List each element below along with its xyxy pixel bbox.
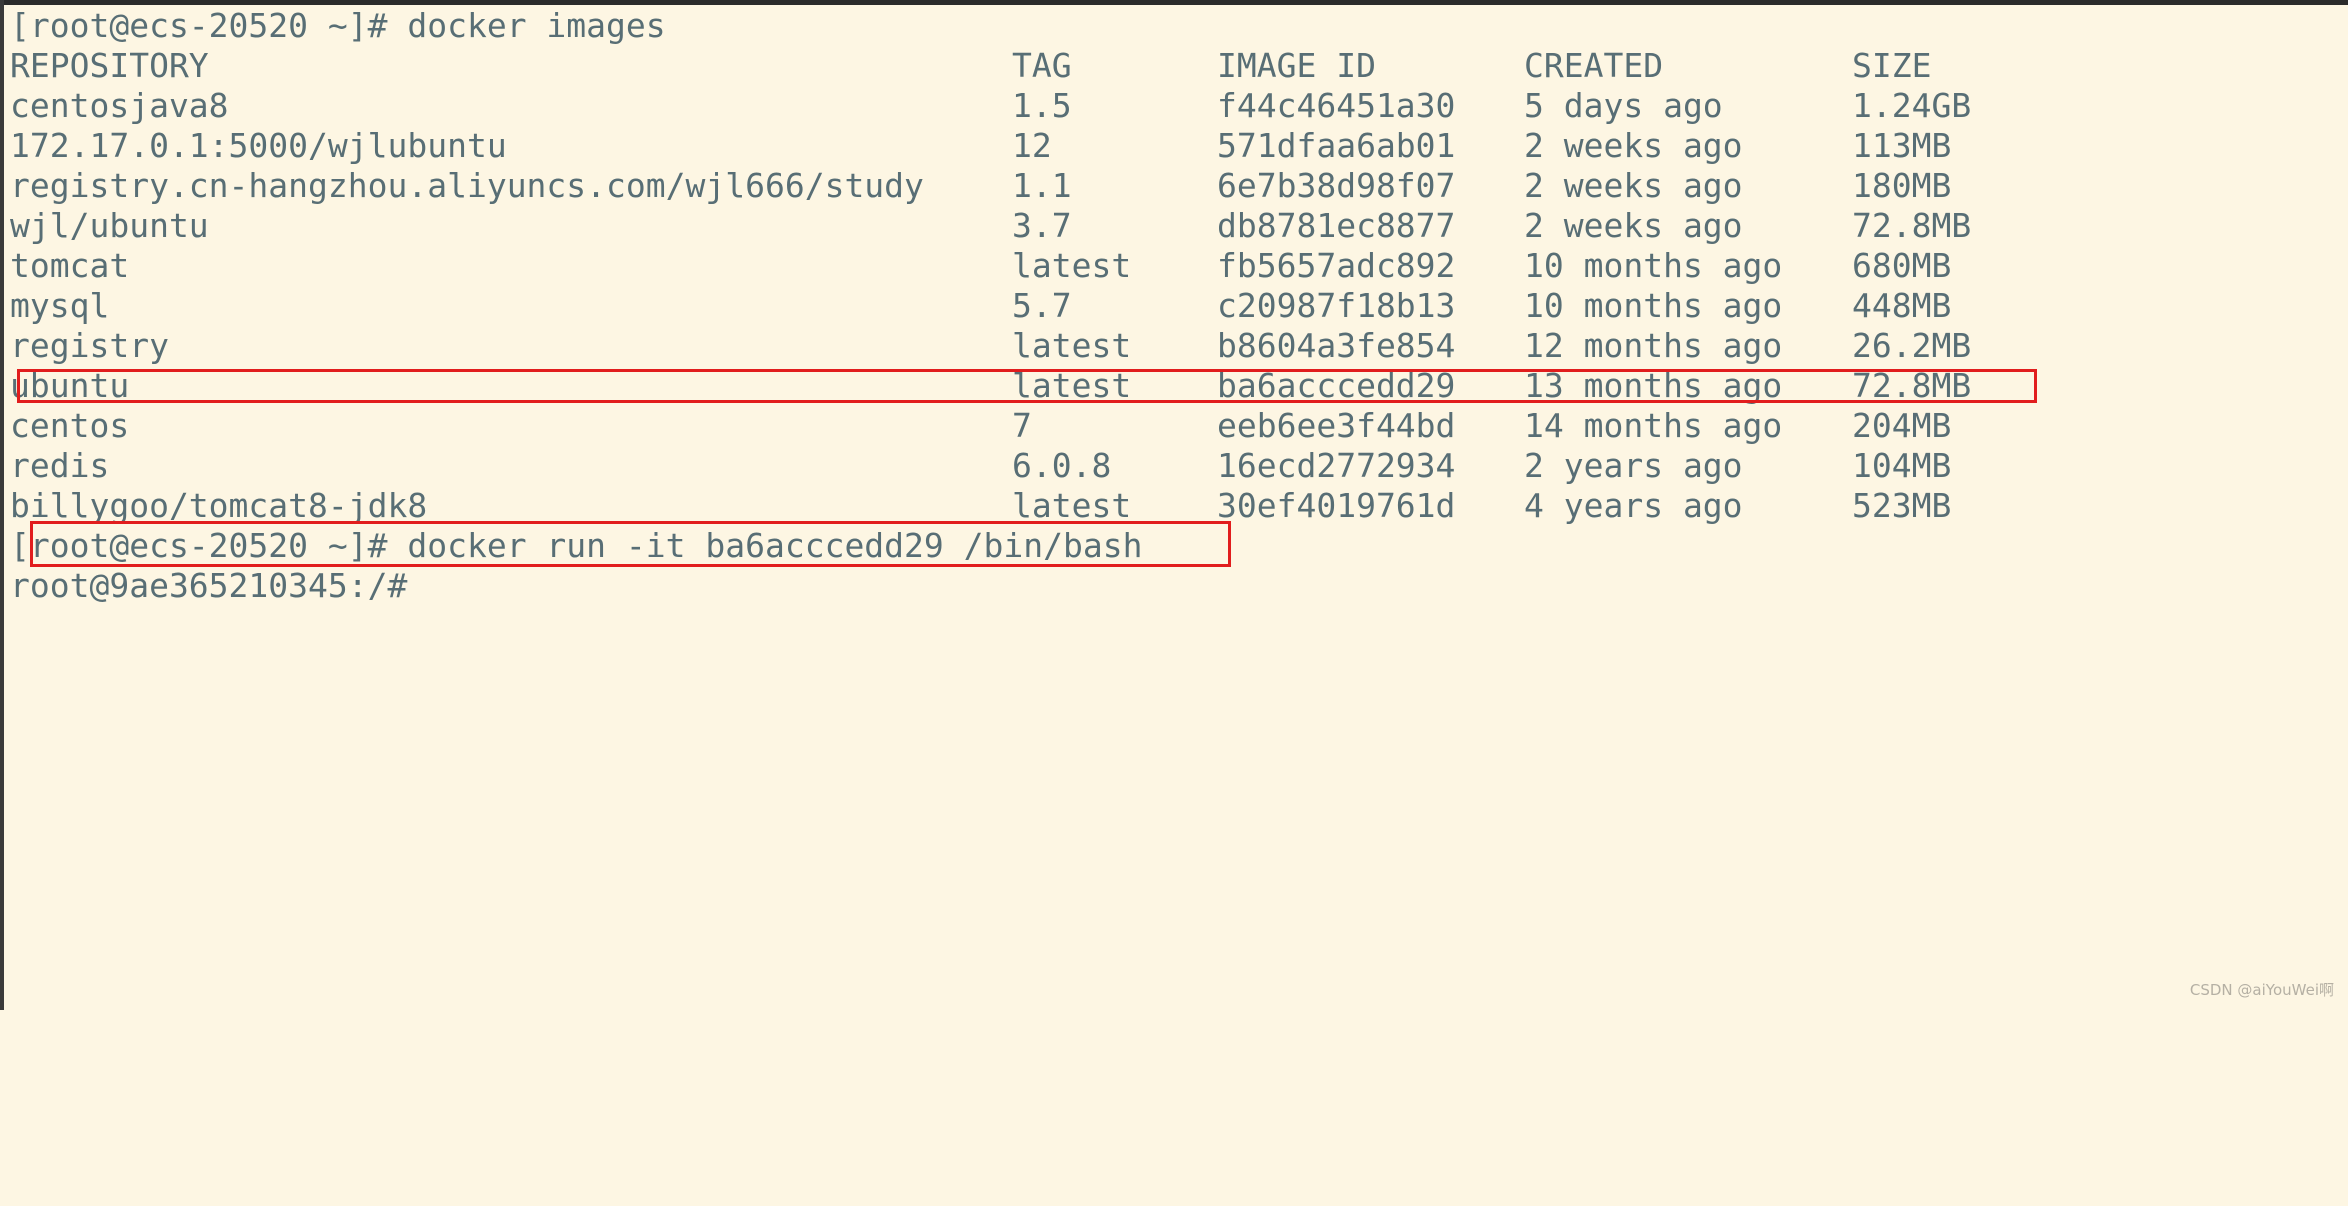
- table-row: centos 7 eeb6ee3f44bd 14 months ago 204M…: [10, 406, 2340, 446]
- cell-created: 12 months ago: [1524, 326, 1783, 365]
- cell-repository: registry: [10, 326, 169, 365]
- cell-size: 113MB: [1852, 126, 1952, 165]
- command-text: [root@ecs-20520 ~]# docker images: [10, 6, 666, 45]
- cell-tag: 12: [1012, 126, 1052, 165]
- table-row: mysql 5.7 c20987f18b13 10 months ago 448…: [10, 286, 2340, 326]
- cell-image-id: c20987f18b13: [1217, 286, 1456, 325]
- shell-prompt-text: root@9ae365210345:/#: [10, 566, 408, 605]
- header-repository: REPOSITORY: [10, 46, 209, 85]
- cell-image-id: f44c46451a30: [1217, 86, 1456, 125]
- cell-image-id: fb5657adc892: [1217, 246, 1456, 285]
- cell-size: 1.24GB: [1852, 86, 1972, 125]
- header-created: CREATED: [1524, 46, 1664, 85]
- cell-tag: latest: [1012, 486, 1132, 525]
- cell-image-id: 30ef4019761d: [1217, 486, 1456, 525]
- cell-image-id: db8781ec8877: [1217, 206, 1456, 245]
- cell-repository: registry.cn-hangzhou.aliyuncs.com/wjl666…: [10, 166, 924, 205]
- container-shell-prompt: root@9ae365210345:/#: [10, 566, 2340, 606]
- header-image-id: IMAGE ID: [1217, 46, 1376, 85]
- cell-size: 104MB: [1852, 446, 1952, 485]
- cell-repository: tomcat: [10, 246, 130, 285]
- cell-tag: latest: [1012, 246, 1132, 285]
- cell-repository: 172.17.0.1:5000/wjlubuntu: [10, 126, 507, 165]
- cell-repository: centosjava8: [10, 86, 229, 125]
- cell-created: 14 months ago: [1524, 406, 1783, 445]
- table-row: registry.cn-hangzhou.aliyuncs.com/wjl666…: [10, 166, 2340, 206]
- cell-tag: 1.5: [1012, 86, 1072, 125]
- header-size: SIZE: [1852, 46, 1932, 85]
- table-row: centosjava8 1.5 f44c46451a30 5 days ago …: [10, 86, 2340, 126]
- cell-created: 13 months ago: [1524, 366, 1783, 405]
- table-row-highlighted: ubuntu latest ba6acccedd29 13 months ago…: [10, 366, 2340, 406]
- cell-created: 10 months ago: [1524, 246, 1783, 285]
- cell-image-id: b8604a3fe854: [1217, 326, 1456, 365]
- cell-repository: wjl/ubuntu: [10, 206, 209, 245]
- table-row: 172.17.0.1:5000/wjlubuntu 12 571dfaa6ab0…: [10, 126, 2340, 166]
- table-row: redis 6.0.8 16ecd2772934 2 years ago 104…: [10, 446, 2340, 486]
- cell-size: 523MB: [1852, 486, 1952, 525]
- cell-tag: 7: [1012, 406, 1032, 445]
- cell-image-id: eeb6ee3f44bd: [1217, 406, 1456, 445]
- cell-created: 2 weeks ago: [1524, 126, 1743, 165]
- cell-tag: 1.1: [1012, 166, 1072, 205]
- cell-size: 72.8MB: [1852, 366, 1972, 405]
- table-row: tomcat latest fb5657adc892 10 months ago…: [10, 246, 2340, 286]
- watermark: CSDN @aiYouWei啊: [2189, 981, 2334, 999]
- table-row: registry latest b8604a3fe854 12 months a…: [10, 326, 2340, 366]
- command-text: [root@ecs-20520 ~]# docker run -it ba6ac…: [10, 526, 1143, 565]
- cell-image-id: 571dfaa6ab01: [1217, 126, 1456, 165]
- table-row: billygoo/tomcat8-jdk8 latest 30ef4019761…: [10, 486, 2340, 526]
- cell-repository: centos: [10, 406, 130, 445]
- table-row: wjl/ubuntu 3.7 db8781ec8877 2 weeks ago …: [10, 206, 2340, 246]
- cell-size: 680MB: [1852, 246, 1952, 285]
- cell-created: 2 years ago: [1524, 446, 1743, 485]
- cell-tag: latest: [1012, 366, 1132, 405]
- cell-repository: redis: [10, 446, 110, 485]
- cell-created: 5 days ago: [1524, 86, 1723, 125]
- cell-size: 204MB: [1852, 406, 1952, 445]
- window-top-border: [0, 0, 2348, 5]
- cell-size: 72.8MB: [1852, 206, 1972, 245]
- command-line-docker-images: [root@ecs-20520 ~]# docker images: [10, 6, 2340, 46]
- cell-image-id: 16ecd2772934: [1217, 446, 1456, 485]
- header-tag: TAG: [1012, 46, 1072, 85]
- cell-created: 4 years ago: [1524, 486, 1743, 525]
- cell-repository: mysql: [10, 286, 110, 325]
- cell-created: 10 months ago: [1524, 286, 1783, 325]
- cell-tag: 6.0.8: [1012, 446, 1112, 485]
- window-left-border: [0, 0, 4, 1010]
- cell-tag: 5.7: [1012, 286, 1072, 325]
- command-line-docker-run: [root@ecs-20520 ~]# docker run -it ba6ac…: [10, 526, 2340, 566]
- cell-tag: 3.7: [1012, 206, 1072, 245]
- cell-repository: ubuntu: [10, 366, 130, 405]
- cell-repository: billygoo/tomcat8-jdk8: [10, 486, 428, 525]
- cell-image-id: ba6acccedd29: [1217, 366, 1456, 405]
- terminal-output[interactable]: [root@ecs-20520 ~]# docker images REPOSI…: [10, 6, 2340, 1006]
- cell-tag: latest: [1012, 326, 1132, 365]
- table-header: REPOSITORY TAG IMAGE ID CREATED SIZE: [10, 46, 2340, 86]
- cell-image-id: 6e7b38d98f07: [1217, 166, 1456, 205]
- cell-created: 2 weeks ago: [1524, 206, 1743, 245]
- cell-size: 180MB: [1852, 166, 1952, 205]
- cell-created: 2 weeks ago: [1524, 166, 1743, 205]
- cell-size: 26.2MB: [1852, 326, 1972, 365]
- cell-size: 448MB: [1852, 286, 1952, 325]
